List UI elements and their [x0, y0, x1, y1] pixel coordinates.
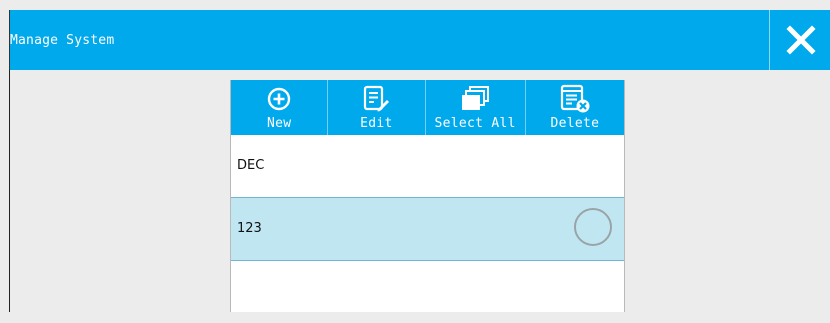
select-all-button[interactable]: Select All: [424, 80, 525, 135]
edit-button-label: Edit: [360, 116, 393, 131]
list-item-label: DEC: [237, 158, 265, 173]
edit-button[interactable]: Edit: [327, 80, 424, 135]
list-item[interactable]: 123: [231, 197, 624, 261]
delete-button-label: Delete: [550, 116, 600, 131]
list-item[interactable]: [231, 261, 624, 323]
window-edge: [9, 70, 10, 312]
edit-document-icon: [364, 85, 390, 112]
window-title: Manage System: [10, 33, 115, 48]
new-button-label: New: [266, 116, 292, 131]
add-circle-icon: [267, 87, 291, 111]
title-bar: Manage System: [10, 10, 830, 70]
new-button[interactable]: New: [231, 80, 327, 135]
close-button[interactable]: [771, 10, 830, 70]
close-icon: [785, 25, 816, 55]
delete-button[interactable]: Delete: [524, 80, 624, 135]
system-list-panel: New Edit Select All Delete DEC 123: [230, 80, 625, 312]
stacked-pages-icon: [462, 86, 490, 110]
toolbar: New Edit Select All Delete: [231, 80, 624, 135]
selection-radio[interactable]: [574, 208, 612, 246]
delete-document-icon: [560, 84, 590, 113]
select-all-button-label: Select All: [434, 116, 516, 131]
list-item-label: 123: [237, 221, 262, 236]
title-bar-divider: [769, 10, 770, 70]
list-item[interactable]: DEC: [231, 135, 624, 198]
